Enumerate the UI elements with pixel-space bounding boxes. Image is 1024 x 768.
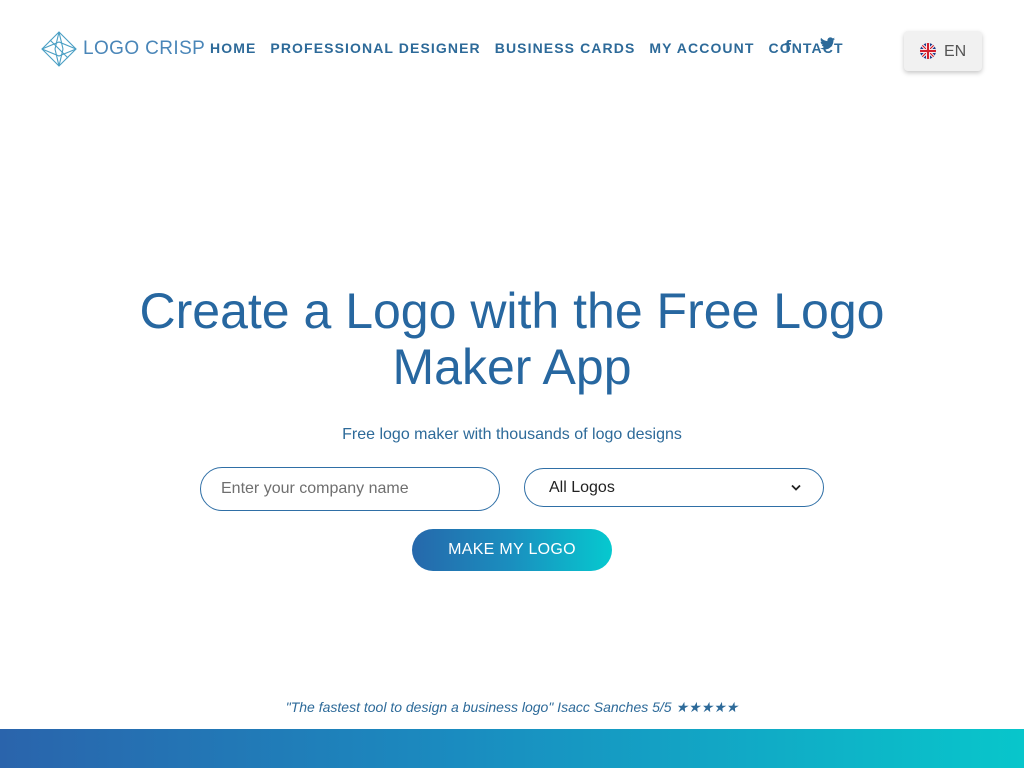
testimonial-text: "The fastest tool to design a business l… <box>285 699 739 715</box>
hero-title: Create a Logo with the Free Logo Maker A… <box>139 283 885 395</box>
nav-contact[interactable]: CONTACT <box>762 39 851 57</box>
twitter-bird-icon[interactable] <box>820 37 835 55</box>
logo-category-select[interactable]: All Logos <box>524 468 824 507</box>
diamond-logo-icon <box>41 31 77 67</box>
select-value: All Logos <box>549 478 615 496</box>
site-header: LOGO CRISP HOME PROFESSIONAL DESIGNER BU… <box>0 0 1024 96</box>
nav-professional-designer[interactable]: PROFESSIONAL DESIGNER <box>263 39 487 57</box>
nav-business-cards[interactable]: BUSINESS CARDS <box>488 39 643 57</box>
bottom-gradient-band <box>0 729 1024 768</box>
hero-subtitle: Free logo maker with thousands of logo d… <box>342 426 682 443</box>
twitter-bird-shape <box>820 37 835 50</box>
logo-text: LOGO CRISP <box>83 38 206 59</box>
company-name-input[interactable] <box>200 467 500 511</box>
language-switcher[interactable]: EN <box>904 31 982 71</box>
main-nav: HOME PROFESSIONAL DESIGNER BUSINESS CARD… <box>203 39 851 57</box>
facebook-icon[interactable]: f <box>785 38 791 56</box>
chevron-down-icon <box>791 484 801 491</box>
site-logo[interactable]: LOGO CRISP <box>41 31 205 67</box>
uk-flag-icon <box>920 43 936 59</box>
nav-my-account[interactable]: MY ACCOUNT <box>642 39 761 57</box>
make-my-logo-button[interactable]: MAKE MY LOGO <box>412 529 612 571</box>
language-label: EN <box>944 43 967 60</box>
nav-home[interactable]: HOME <box>203 39 263 57</box>
